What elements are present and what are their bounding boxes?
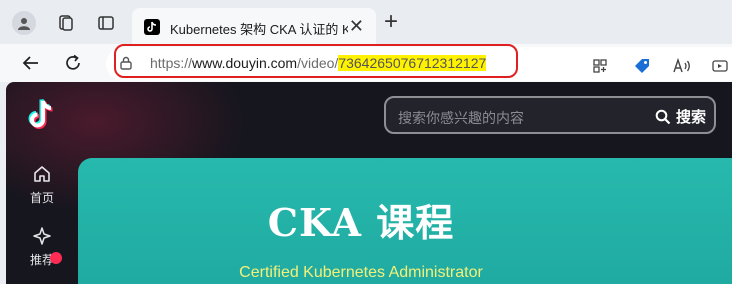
shopping-tag-icon[interactable] <box>632 56 652 76</box>
video-subtitle: Certified Kubernetes Administrator <box>239 264 483 281</box>
read-aloud-icon[interactable] <box>672 56 692 76</box>
new-tab-icon[interactable]: + <box>384 10 398 34</box>
sidebar-item-home[interactable]: 首页 <box>20 164 64 206</box>
active-tab[interactable]: Kubernetes 架构 CKA 认证的 Kube ✕ <box>132 8 376 46</box>
app-available-icon[interactable] <box>590 56 610 76</box>
workspaces-button[interactable] <box>52 10 80 36</box>
profile-icon <box>12 11 36 35</box>
douyin-logo-icon[interactable] <box>26 98 58 137</box>
douyin-favicon-icon <box>144 19 160 35</box>
search-button-label: 搜索 <box>675 109 706 126</box>
search-input[interactable]: 搜索你感兴趣的内容 <box>398 108 524 128</box>
search-icon <box>655 109 671 124</box>
video-player[interactable]: CKA 课程 Certified Kubernetes Administrato… <box>78 158 732 284</box>
back-arrow-icon <box>22 56 38 70</box>
url-highlight-annotation <box>114 44 518 78</box>
back-button[interactable] <box>18 50 44 76</box>
sparkle-icon <box>33 227 51 245</box>
search-box[interactable]: 搜索你感兴趣的内容 搜索 <box>384 96 716 134</box>
tab-close-icon[interactable]: ✕ <box>349 17 364 35</box>
douyin-page: 搜索你感兴趣的内容 搜索 首页 推荐 CKA 课程 Certified Kube… <box>6 82 732 284</box>
video-control-icon[interactable] <box>710 56 730 76</box>
workspaces-icon <box>59 15 73 31</box>
browser-tab-bar: Kubernetes 架构 CKA 认证的 Kube ✕ + <box>0 0 732 46</box>
refresh-icon <box>66 54 80 70</box>
refresh-button[interactable] <box>60 50 86 76</box>
profile-button[interactable] <box>10 10 38 36</box>
tab-actions-button[interactable] <box>92 10 120 36</box>
video-title: CKA 课程 <box>267 200 455 245</box>
home-icon <box>34 166 50 182</box>
search-button[interactable]: 搜索 <box>655 106 706 127</box>
tab-title: Kubernetes 架构 CKA 认证的 Kube <box>170 22 348 37</box>
sidebar-item-label: 首页 <box>29 191 54 205</box>
notification-badge <box>50 252 62 264</box>
tab-actions-icon <box>98 16 114 30</box>
